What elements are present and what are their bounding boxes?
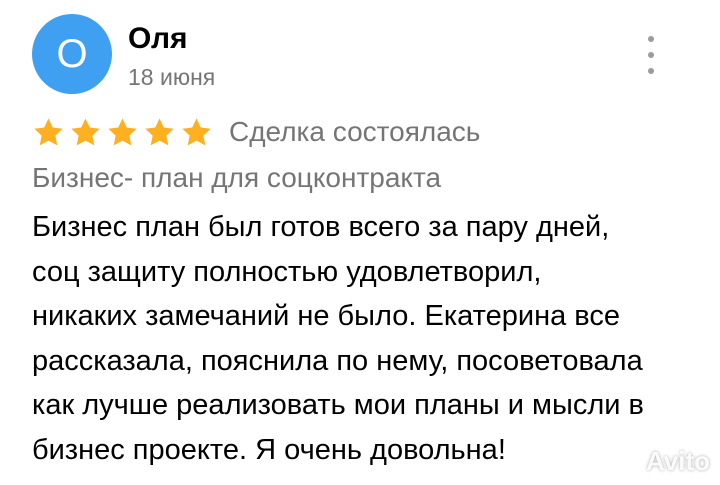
avito-watermark: Avito bbox=[612, 446, 710, 476]
star-icon bbox=[71, 117, 100, 145]
review-text-line: никаких замечаний не было. Екатерина все bbox=[32, 300, 620, 333]
star-rating bbox=[32, 116, 213, 149]
review-text-line: Бизнес план был готов всего за пару дней… bbox=[32, 211, 610, 243]
review-card: О Оля 18 июня Сделка состоялась Бизнес- … bbox=[0, 0, 720, 485]
star-icon bbox=[182, 117, 211, 145]
vertical-ellipsis-icon bbox=[648, 36, 654, 42]
review-text: Бизнес план был готов всего за пару дней… bbox=[32, 205, 692, 473]
ellipsis-dot bbox=[648, 52, 654, 58]
review-text-line: как лучше реализовать мои планы и мысли … bbox=[32, 389, 644, 422]
author-name[interactable]: Оля bbox=[128, 22, 188, 56]
watermark-text: Avito bbox=[646, 446, 711, 476]
star-icon bbox=[145, 117, 174, 145]
ellipsis-dot bbox=[648, 68, 654, 74]
review-text-line: бизнес проекте. Я очень довольна! bbox=[32, 433, 506, 466]
star-icon bbox=[108, 117, 137, 145]
service-name: Бизнес- план для соцконтракта bbox=[32, 162, 442, 193]
deal-status: Сделка состоялась bbox=[229, 116, 481, 147]
avito-logo-icon bbox=[614, 450, 638, 472]
review-text-line: соц защиту полностью удовлетворил, bbox=[32, 255, 542, 288]
star-icon bbox=[34, 117, 63, 145]
avatar-letter: О bbox=[56, 32, 88, 76]
review-date: 18 июня bbox=[128, 64, 216, 90]
rating-row: Сделка состоялась bbox=[32, 114, 480, 150]
avatar[interactable]: О bbox=[32, 14, 112, 94]
review-text-line: рассказала, пояснила по нему, посоветова… bbox=[32, 344, 643, 377]
more-options-button[interactable] bbox=[636, 36, 666, 74]
